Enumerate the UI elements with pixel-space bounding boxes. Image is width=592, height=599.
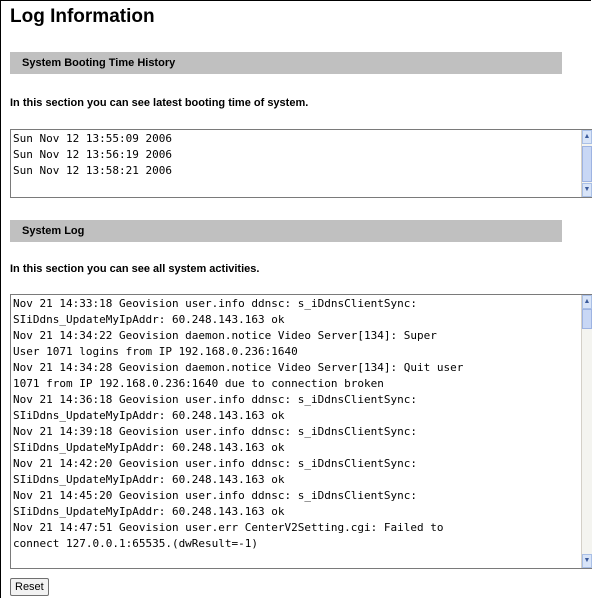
reset-button[interactable]: Reset xyxy=(10,578,49,596)
chevron-down-icon[interactable]: ▼ xyxy=(582,183,592,197)
page-title: Log Information xyxy=(10,6,155,27)
system-log-section-header: System Log xyxy=(10,220,562,242)
chevron-up-icon[interactable]: ▲ xyxy=(582,295,592,309)
booting-time-text: Sun Nov 12 13:55:09 2006 Sun Nov 12 13:5… xyxy=(13,132,172,177)
system-log-scroll-thumb[interactable] xyxy=(582,309,592,329)
system-log-textbox[interactable]: Nov 21 14:33:18 Geovision user.info ddns… xyxy=(10,294,592,569)
system-log-scrollbar[interactable]: ▲ ▼ xyxy=(581,295,592,568)
booting-scroll-thumb[interactable] xyxy=(582,146,592,182)
system-log-description: In this section you can see all system a… xyxy=(10,263,260,275)
booting-scrollbar[interactable]: ▲ ▼ xyxy=(581,130,592,197)
booting-description: In this section you can see latest booti… xyxy=(10,97,309,109)
chevron-up-icon[interactable]: ▲ xyxy=(582,130,592,144)
chevron-down-icon[interactable]: ▼ xyxy=(582,554,592,568)
booting-time-textbox[interactable]: Sun Nov 12 13:55:09 2006 Sun Nov 12 13:5… xyxy=(10,129,592,198)
system-log-text: Nov 21 14:33:18 Geovision user.info ddns… xyxy=(13,297,464,550)
booting-section-header: System Booting Time History xyxy=(10,52,562,74)
